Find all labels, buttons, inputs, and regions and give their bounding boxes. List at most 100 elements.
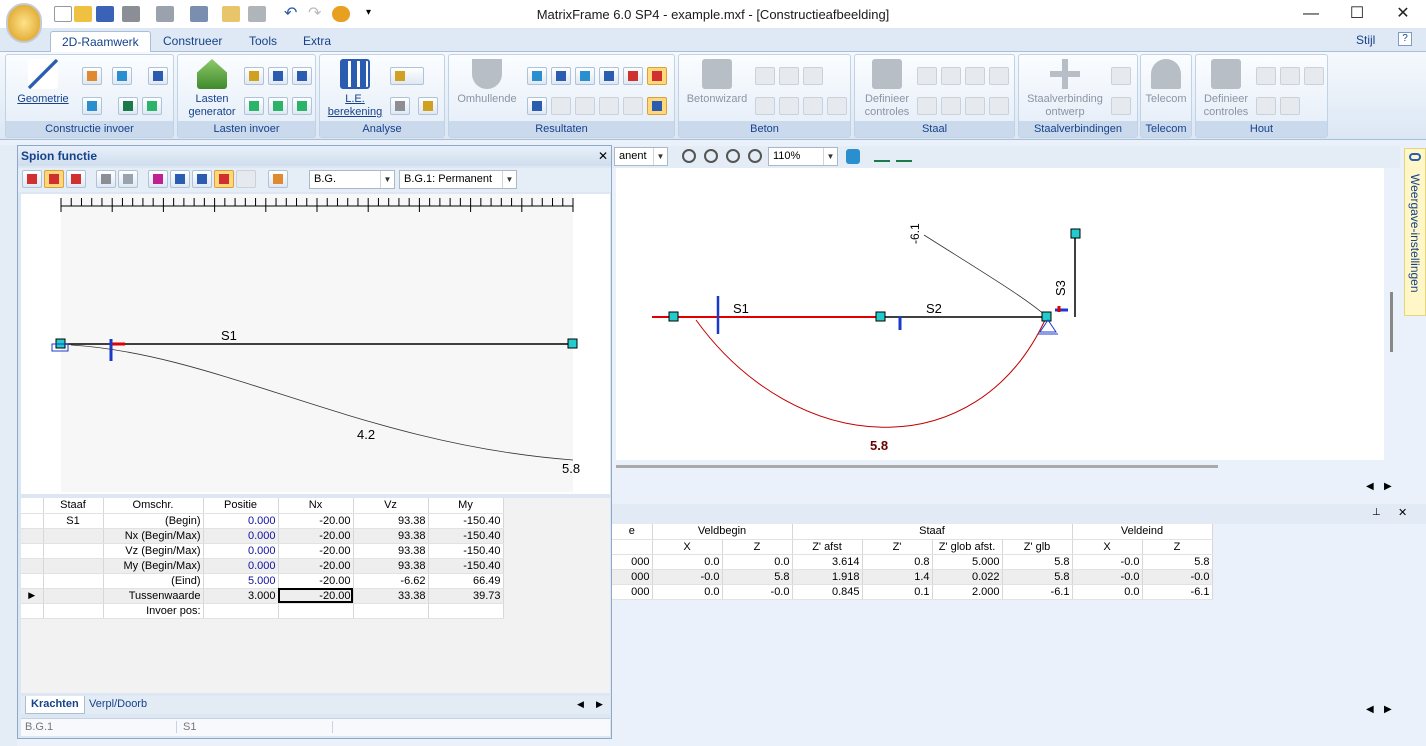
tab-krachten[interactable]: Krachten <box>25 696 85 714</box>
spion-opt-button[interactable] <box>236 170 256 188</box>
beton-opt7-button[interactable] <box>827 97 847 115</box>
table-row[interactable]: 000 0.0 0.0 3.614 0.8 5.000 5.8 -0.0 5.8 <box>612 554 1213 570</box>
support-tool-button[interactable] <box>112 67 132 85</box>
structure-canvas[interactable]: S1 S2 S3 -6.1 5.8 <box>616 168 1393 460</box>
vertical-scrollbar-thumb[interactable] <box>1390 292 1393 352</box>
result-spion-button[interactable] <box>647 97 667 115</box>
table-cell[interactable]: 000 <box>612 584 653 600</box>
tab-tools[interactable]: Tools <box>238 31 288 52</box>
table-row[interactable]: Invoer pos: <box>21 603 504 619</box>
table-cell[interactable]: 000 <box>612 554 653 570</box>
hinge-tool-button[interactable] <box>118 97 138 115</box>
result-shear-button[interactable] <box>551 67 571 85</box>
horizontal-scrollbar-thumb[interactable] <box>616 465 1218 468</box>
table-cell[interactable]: -20.00 <box>278 513 354 529</box>
spion-plot[interactable]: S1 4.2 5.8 <box>21 194 610 494</box>
table-cell[interactable]: -20.00 <box>278 558 354 574</box>
table-row-selected[interactable]: ▶ Tussenwaarde 3.000 -20.00 33.38 39.73 <box>21 588 504 604</box>
table-cell[interactable]: 0.0 <box>722 554 793 570</box>
table-cell[interactable] <box>43 603 104 619</box>
table-cell[interactable]: 5.8 <box>1002 569 1073 585</box>
spion-close-icon[interactable]: ✕ <box>598 149 608 163</box>
betonwizard-button[interactable]: Betonwizard <box>681 59 753 106</box>
table-row[interactable]: 000 -0.0 5.8 1.918 1.4 0.022 5.8 -0.0 -0… <box>612 569 1213 585</box>
table-cell[interactable] <box>43 558 104 574</box>
spion-preview-button[interactable] <box>118 170 138 188</box>
profile-tool-button[interactable] <box>142 97 162 115</box>
lower-scroll-left-icon[interactable]: ◀ <box>1366 704 1374 715</box>
hout-opt2-button[interactable] <box>1280 67 1300 85</box>
lower-scroll-right-icon[interactable]: ▶ <box>1384 704 1392 715</box>
hout-opt1-button[interactable] <box>1256 67 1276 85</box>
result-displacement-button[interactable] <box>647 67 667 85</box>
help-icon[interactable]: ? <box>1398 32 1412 46</box>
staal-opt2-button[interactable] <box>941 67 961 85</box>
table-row[interactable]: (Eind) 5.000 -20.00 -6.62 66.49 <box>21 573 504 589</box>
result-opt2-button[interactable] <box>575 97 595 115</box>
staal-opt8-button[interactable] <box>989 97 1009 115</box>
table-cell[interactable]: Vz (Begin/Max) <box>103 543 204 559</box>
table-cell[interactable]: -20.00 <box>278 573 354 589</box>
zoom-in-icon[interactable] <box>726 149 740 163</box>
table-cell-focused[interactable]: -20.00 <box>278 588 354 604</box>
table-cell[interactable]: -0.0 <box>1142 569 1213 585</box>
table-cell[interactable]: 93.38 <box>353 528 429 544</box>
result-deform-button[interactable] <box>623 67 643 85</box>
table-cell[interactable]: -20.00 <box>278 528 354 544</box>
table-cell[interactable]: S1 <box>43 513 104 529</box>
table-cell[interactable]: 3.614 <box>792 554 863 570</box>
result-reactions-button[interactable] <box>599 67 619 85</box>
table-cell[interactable] <box>428 603 504 619</box>
spion-tool-3-button[interactable] <box>66 170 86 188</box>
table-cell[interactable]: -150.40 <box>428 528 504 544</box>
beton-opt1-button[interactable] <box>755 67 775 85</box>
table-cell[interactable]: -0.0 <box>1072 569 1143 585</box>
table-cell[interactable]: 3.000 <box>203 588 279 604</box>
staal-opt5-button[interactable] <box>917 97 937 115</box>
table-cell[interactable] <box>43 573 104 589</box>
definieer-controles-staal-button[interactable]: Definieer controles <box>857 59 917 119</box>
zoom-all-icon[interactable] <box>704 149 718 163</box>
result-moment-button[interactable] <box>575 67 595 85</box>
table-cell[interactable]: Tussenwaarde <box>103 588 204 604</box>
table-cell[interactable]: 5.000 <box>203 573 279 589</box>
table-cell[interactable]: -20.00 <box>278 543 354 559</box>
table-cell[interactable]: (Eind) <box>103 573 204 589</box>
load-line-button[interactable] <box>244 67 264 85</box>
beton-opt4-button[interactable] <box>755 97 775 115</box>
analysis-report-button[interactable] <box>390 97 410 115</box>
definieer-controles-hout-button[interactable]: Definieer controles <box>1198 59 1254 119</box>
weergave-instellingen-tab[interactable]: Weergave-instellingen <box>1404 148 1426 316</box>
table-cell[interactable] <box>43 528 104 544</box>
spion-tool-1-button[interactable] <box>22 170 42 188</box>
dimension-icon[interactable] <box>874 150 890 162</box>
app-logo-icon[interactable] <box>6 3 42 43</box>
table-row[interactable]: Vz (Begin/Max) 0.000 -20.00 93.38 -150.4… <box>21 543 504 559</box>
close-button[interactable]: ✕ <box>1380 0 1426 28</box>
table-cell[interactable]: Nx (Begin/Max) <box>103 528 204 544</box>
table-cell[interactable]: 000 <box>612 569 653 585</box>
main-scroll-left-icon[interactable]: ◀ <box>1366 481 1374 492</box>
load-add-button[interactable] <box>292 97 312 115</box>
table-cell[interactable] <box>203 603 279 619</box>
table-cell[interactable]: -6.1 <box>1142 584 1213 600</box>
spion-bg-combo[interactable]: B.G. ▼ <box>309 170 395 189</box>
table-cell[interactable]: -150.40 <box>428 543 504 559</box>
staal-opt3-button[interactable] <box>965 67 985 85</box>
main-loadcase-combo[interactable]: anent ▼ <box>614 147 668 166</box>
zoom-window-icon[interactable] <box>682 149 696 163</box>
table-cell[interactable]: 1.918 <box>792 569 863 585</box>
omhullende-button[interactable]: Omhullende <box>453 59 521 106</box>
beton-opt3-button[interactable] <box>803 67 823 85</box>
lasten-generator-button[interactable]: Lasten generator <box>182 59 242 119</box>
table-cell[interactable]: 0.0 <box>1072 584 1143 600</box>
table-cell[interactable]: 0.022 <box>932 569 1003 585</box>
table-cell[interactable]: 0.000 <box>203 543 279 559</box>
result-opt1-button[interactable] <box>551 97 571 115</box>
table-cell[interactable]: 2.000 <box>932 584 1003 600</box>
spion-tool-2-button[interactable] <box>44 170 64 188</box>
beton-opt2-button[interactable] <box>779 67 799 85</box>
staal-opt6-button[interactable] <box>941 97 961 115</box>
minimize-button[interactable]: — <box>1288 0 1334 28</box>
table-cell[interactable]: -150.40 <box>428 558 504 574</box>
